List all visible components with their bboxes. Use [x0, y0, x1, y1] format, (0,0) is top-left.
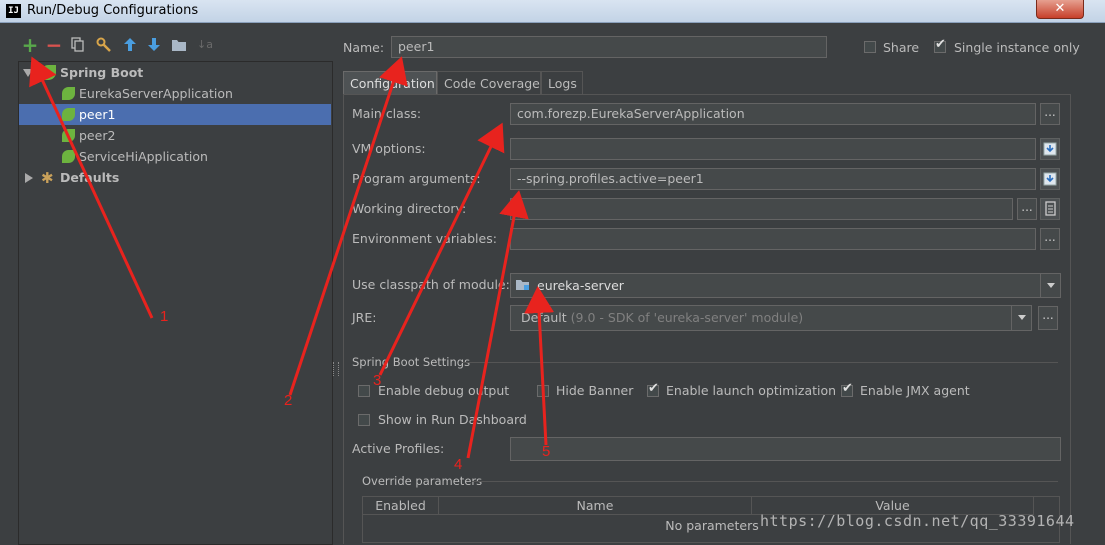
enable-debug-output-checkbox[interactable]: [358, 385, 370, 397]
add-icon[interactable]: +: [21, 35, 39, 55]
override-parameters-title: Override parameters: [362, 474, 483, 488]
browse-jre-button[interactable]: ...: [1038, 306, 1058, 330]
tree-item-label: peer1: [79, 107, 116, 122]
show-in-run-dashboard-checkbox[interactable]: [358, 414, 370, 426]
tab-configuration[interactable]: Configuration: [343, 71, 437, 95]
annotation-label-1: 1: [160, 308, 169, 325]
enable-jmx-agent-label: Enable JMX agent: [860, 383, 970, 398]
enable-launch-optimization-label: Enable launch optimization: [666, 383, 837, 398]
expand-vm-options-icon[interactable]: [1040, 138, 1060, 160]
jre-value: Default: [521, 310, 567, 325]
browse-main-class-button[interactable]: ...: [1040, 103, 1060, 125]
copy-icon[interactable]: [69, 35, 87, 55]
spring-boot-settings-title: Spring Boot Settings: [352, 355, 471, 369]
configuration-tree: Spring Boot EurekaServerApplication peer…: [18, 61, 333, 545]
share-checkbox[interactable]: [864, 41, 876, 53]
environment-variables-input[interactable]: [510, 228, 1036, 250]
tree-item-label: EurekaServerApplication: [79, 86, 233, 101]
share-label: Share: [883, 40, 920, 55]
spring-boot-app-icon: [62, 150, 75, 163]
intellij-icon: IJ: [6, 4, 21, 18]
module-folder-icon: [516, 280, 529, 290]
tree-item-label: peer2: [79, 128, 116, 143]
expand-arrow-icon[interactable]: [23, 69, 33, 77]
single-instance-label: Single instance only: [954, 40, 1080, 55]
program-arguments-input[interactable]: --spring.profiles.active=peer1: [510, 168, 1036, 190]
classpath-module-select[interactable]: eureka-server: [510, 273, 1061, 298]
move-up-icon[interactable]: [121, 35, 139, 55]
section-divider: [472, 481, 1058, 482]
spring-boot-app-icon: [62, 87, 75, 100]
tree-group-spring-boot[interactable]: Spring Boot: [19, 62, 331, 83]
annotation-label-4: 4: [454, 456, 463, 473]
wrench-gear-icon: ✱: [41, 169, 54, 187]
working-directory-input[interactable]: [510, 198, 1013, 220]
active-profiles-input[interactable]: [510, 437, 1061, 461]
annotation-label-3: 3: [373, 372, 382, 389]
spring-boot-icon: [41, 65, 56, 80]
macro-document-icon[interactable]: [1040, 198, 1060, 220]
classpath-module-label: Use classpath of module:: [352, 277, 510, 292]
wrench-icon[interactable]: [95, 35, 113, 55]
active-profiles-label: Active Profiles:: [352, 441, 445, 456]
tree-group-label: Defaults: [60, 170, 120, 185]
tab-code-coverage[interactable]: Code Coverage: [437, 71, 541, 95]
folder-icon[interactable]: [170, 35, 188, 55]
watermark: https://blog.csdn.net/qq_33391644: [760, 512, 1075, 530]
window-title: Run/Debug Configurations: [27, 3, 199, 18]
tab-logs[interactable]: Logs: [541, 71, 583, 95]
enable-launch-optimization-checkbox[interactable]: [647, 381, 659, 397]
name-input[interactable]: peer1: [391, 36, 827, 58]
environment-variables-label: Environment variables:: [352, 231, 497, 246]
tree-item-peer1[interactable]: peer1: [19, 104, 331, 125]
jre-select[interactable]: Default (9.0 - SDK of 'eureka-server' mo…: [510, 305, 1032, 331]
splitter-handle[interactable]: [333, 362, 339, 376]
column-header-name[interactable]: Name: [439, 497, 752, 515]
show-in-run-dashboard-label: Show in Run Dashboard: [378, 412, 527, 427]
tree-group-defaults[interactable]: ✱ Defaults: [19, 167, 331, 188]
tree-group-label: Spring Boot: [60, 65, 144, 80]
name-label: Name:: [343, 40, 385, 55]
hide-banner-label: Hide Banner: [556, 383, 634, 398]
vm-options-input[interactable]: [510, 138, 1036, 160]
spring-boot-app-icon: [62, 108, 75, 121]
tree-item-peer2[interactable]: peer2: [19, 125, 331, 146]
single-instance-checkbox[interactable]: [934, 37, 946, 53]
main-class-input[interactable]: com.forezp.EurekaServerApplication: [510, 103, 1036, 125]
edit-environment-variables-button[interactable]: ...: [1040, 228, 1060, 250]
sort-icon[interactable]: ↓a: [196, 35, 214, 55]
spring-boot-app-icon: [62, 129, 75, 142]
expand-program-arguments-icon[interactable]: [1040, 168, 1060, 190]
tree-item-servicehiapplication[interactable]: ServiceHiApplication: [19, 146, 331, 167]
tree-item-eurekaserverapplication[interactable]: EurekaServerApplication: [19, 83, 331, 104]
working-directory-label: Working directory:: [352, 201, 467, 216]
annotation-label-5: 5: [542, 443, 551, 460]
classpath-module-value: eureka-server: [537, 278, 624, 293]
jre-label: JRE:: [352, 310, 377, 325]
window-title-bar: IJ Run/Debug Configurations ✕: [0, 0, 1105, 23]
vm-options-label: VM options:: [352, 141, 426, 156]
annotation-label-2: 2: [284, 392, 293, 409]
close-button[interactable]: ✕: [1036, 0, 1084, 19]
chevron-down-icon[interactable]: [1011, 306, 1032, 330]
remove-icon[interactable]: −: [45, 35, 63, 55]
move-down-icon[interactable]: [145, 35, 163, 55]
enable-debug-output-label: Enable debug output: [378, 383, 510, 398]
section-divider: [462, 362, 1058, 363]
chevron-down-icon[interactable]: [1040, 274, 1061, 297]
browse-working-directory-button[interactable]: ...: [1017, 198, 1037, 220]
main-class-label: Main class:: [352, 106, 422, 121]
jre-detail: (9.0 - SDK of 'eureka-server' module): [570, 310, 804, 325]
program-arguments-label: Program arguments:: [352, 171, 481, 186]
column-header-enabled[interactable]: Enabled: [363, 497, 439, 515]
tree-item-label: ServiceHiApplication: [79, 149, 208, 164]
enable-jmx-agent-checkbox[interactable]: [841, 381, 853, 397]
hide-banner-checkbox[interactable]: [537, 385, 549, 397]
collapse-arrow-icon[interactable]: [25, 173, 33, 183]
